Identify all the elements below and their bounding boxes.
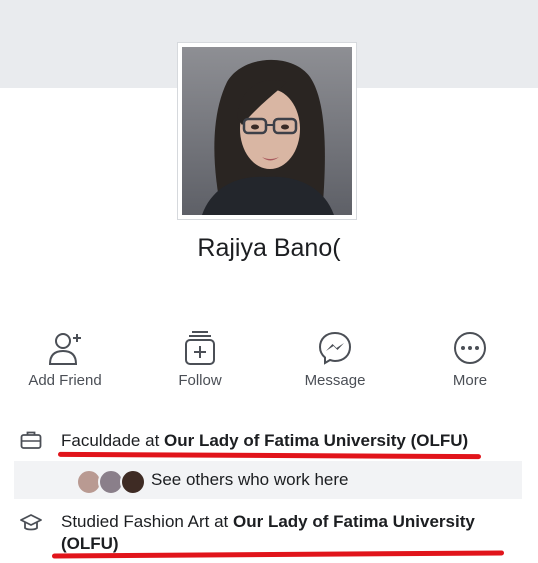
work-prefix: Faculdade at xyxy=(61,431,165,450)
education-place-link-cont[interactable]: (OLFU) xyxy=(61,534,119,553)
add-friend-label: Add Friend xyxy=(28,372,102,389)
follow-button[interactable]: Follow xyxy=(150,330,250,390)
add-friend-icon xyxy=(48,333,81,365)
coworkers-link[interactable]: See others who work here xyxy=(151,470,349,490)
message-button[interactable]: Message xyxy=(285,330,385,390)
work-highlight-underline xyxy=(57,451,482,460)
education-place-link[interactable]: Our Lady of Fatima University xyxy=(233,512,475,531)
education-prefix: Studied Fashion Art at xyxy=(61,512,233,531)
profile-photo xyxy=(182,47,352,215)
follow-icon xyxy=(185,331,215,365)
work-text: Faculdade at Our Lady of Fatima Universi… xyxy=(61,430,468,452)
coworker-avatar xyxy=(120,469,146,495)
profile-picture[interactable] xyxy=(177,42,357,220)
profile-action-bar: Add Friend Follow Message More xyxy=(0,330,538,390)
more-icon xyxy=(454,332,486,364)
profile-name: Rajiya Bano( xyxy=(197,234,341,262)
message-label: Message xyxy=(304,372,366,389)
more-button[interactable]: More xyxy=(420,330,520,390)
follow-label: Follow xyxy=(178,372,222,389)
messenger-icon xyxy=(318,331,352,365)
education-text: Studied Fashion Art at Our Lady of Fatim… xyxy=(61,511,521,555)
coworkers-strip[interactable]: See others who work here xyxy=(14,461,522,499)
briefcase-icon xyxy=(20,431,42,449)
work-place-link[interactable]: Our Lady of Fatima University (OLFU) xyxy=(164,431,468,450)
graduation-cap-icon xyxy=(20,514,42,531)
more-label: More xyxy=(452,372,488,389)
add-friend-button[interactable]: Add Friend xyxy=(15,330,115,390)
